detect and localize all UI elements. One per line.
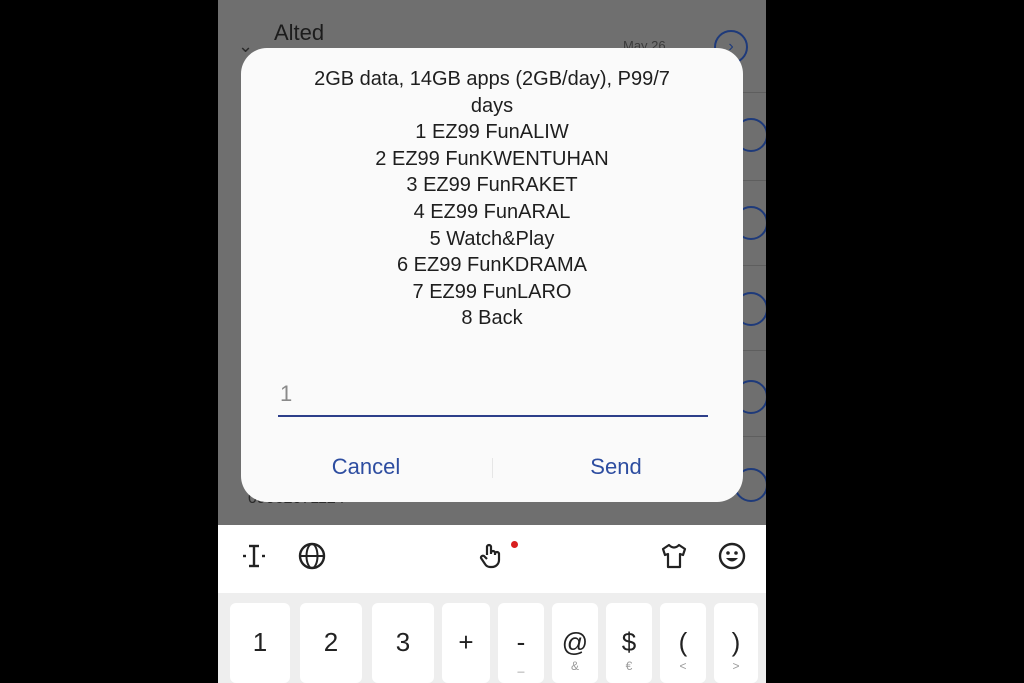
key-label: ) [731, 627, 741, 657]
smiley-emoji-icon[interactable] [714, 541, 750, 577]
menu-option-7: 7 EZ99 FunLARO [412, 280, 572, 303]
menu-option-6: 6 EZ99 FunKDRAMA [396, 254, 588, 277]
key-label: @ [561, 627, 589, 657]
key-label: ( [678, 627, 688, 657]
key-dollar[interactable]: $ € [606, 603, 652, 683]
key-sublabel: € [625, 659, 633, 673]
phone-screen: ⌄ Alted May 26 › 09062071124 2GB data, 1… [218, 0, 766, 683]
menu-option-3: 3 EZ99 FunRAKET [406, 174, 578, 197]
text-cursor-icon[interactable] [236, 541, 272, 577]
key-label: + [458, 627, 474, 657]
cancel-button[interactable]: Cancel [276, 446, 456, 488]
key-3[interactable]: 3 [372, 603, 434, 683]
ussd-dialog: 2GB data, 14GB apps (2GB/day), P99/7 day… [241, 48, 743, 502]
shirt-theme-icon[interactable] [656, 541, 692, 577]
key-label: 3 [395, 627, 411, 657]
key-minus[interactable]: - _ [498, 603, 544, 683]
menu-option-1: 1 EZ99 FunALIW [415, 121, 569, 144]
key-2[interactable]: 2 [300, 603, 362, 683]
menu-option-5: 5 Watch&Play [429, 227, 555, 250]
key-sublabel: < [679, 659, 687, 673]
button-divider [492, 458, 493, 478]
key-1[interactable]: 1 [230, 603, 290, 683]
reply-input[interactable] [280, 377, 700, 411]
keyboard-toolbar [218, 525, 766, 593]
menu-option-2: 2 EZ99 FunKWENTUHAN [375, 147, 609, 170]
hand-stickers-icon[interactable] [474, 541, 510, 577]
key-plus[interactable]: + [442, 603, 490, 683]
background-header: Alted [274, 20, 325, 45]
reply-input-wrapper [278, 373, 708, 417]
key-paren-open[interactable]: ( < [660, 603, 706, 683]
send-button[interactable]: Send [526, 446, 706, 488]
key-label: 2 [323, 627, 339, 657]
menu-option-8: 8 Back [461, 307, 523, 330]
menu-option-4: 4 EZ99 FunARAL [413, 200, 571, 223]
message-line: 2GB data, 14GB apps (2GB/day), P99/7 [314, 68, 670, 90]
message-line: days [470, 94, 514, 117]
globe-icon[interactable] [294, 541, 330, 577]
key-sublabel: > [732, 659, 740, 673]
key-at[interactable]: @ & [552, 603, 598, 683]
dialog-message: 2GB data, 14GB apps (2GB/day), P99/7 day… [271, 66, 713, 332]
key-label: $ [621, 627, 637, 657]
keyboard-row: 1 2 3 + - _ @ & $ € ( < ) > [218, 593, 766, 683]
notification-dot [511, 541, 518, 548]
key-label: 1 [252, 627, 268, 657]
key-paren-close[interactable]: ) > [714, 603, 758, 683]
key-sublabel: & [570, 659, 579, 673]
key-label: - [516, 627, 526, 657]
key-sublabel: _ [517, 659, 525, 673]
